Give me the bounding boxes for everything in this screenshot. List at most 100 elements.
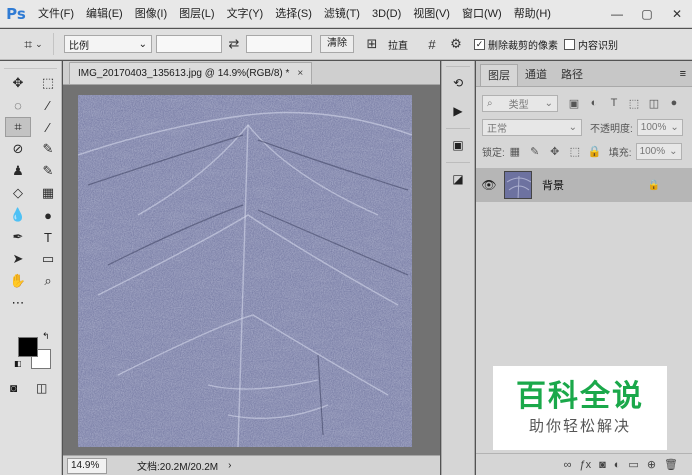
overlay-grid-icon[interactable]: # [420, 37, 444, 52]
blur-icon[interactable]: 💧 [5, 205, 31, 225]
layer-row[interactable]: 👁 背景 🔒 [476, 168, 692, 202]
menu-3d[interactable]: 3D(D) [366, 0, 407, 28]
magic-wand-icon[interactable]: ⁄ [35, 95, 61, 115]
menu-file[interactable]: 文件(F) [32, 0, 80, 28]
menu-window[interactable]: 窗口(W) [456, 0, 508, 28]
adjustment-filter-icon[interactable]: ◐ [584, 97, 604, 109]
clone-stamp-icon[interactable]: ♟ [5, 161, 31, 181]
ratio-height-input[interactable] [246, 35, 312, 53]
healing-brush-icon[interactable]: ⊘ [5, 139, 31, 159]
marquee-icon[interactable]: ⬚ [35, 73, 61, 93]
quick-mask-icon[interactable]: ◙ [10, 381, 17, 395]
menu-select[interactable]: 选择(S) [269, 0, 318, 28]
menu-image[interactable]: 图像(I) [129, 0, 173, 28]
clear-button[interactable]: 清除 [320, 35, 354, 53]
ratio-width-input[interactable] [156, 35, 222, 53]
delete-cropped-label: 删除裁剪的像素 [488, 40, 558, 52]
layer-style-icon[interactable]: ƒx [579, 459, 591, 471]
lock-image-icon[interactable]: ✎ [525, 145, 545, 158]
delete-cropped-checkbox[interactable]: ✓ 删除裁剪的像素 [474, 37, 558, 52]
visibility-eye-icon[interactable]: 👁 [476, 178, 502, 192]
brush-icon[interactable]: ✎ [35, 139, 61, 159]
layer-name[interactable]: 背景 [542, 177, 564, 193]
toolbar-grip[interactable] [4, 61, 57, 69]
dodge-icon[interactable]: ● [35, 205, 61, 225]
move-icon[interactable]: ✥ [5, 73, 31, 93]
lock-position-icon[interactable]: ✥ [545, 145, 565, 158]
menu-filter[interactable]: 滤镜(T) [318, 0, 366, 28]
new-layer-icon[interactable]: ⊕ [647, 458, 656, 471]
menu-view[interactable]: 视图(V) [407, 0, 456, 28]
history-icon[interactable]: ⟲ [442, 71, 474, 95]
pixel-filter-icon[interactable]: ▣ [564, 97, 584, 110]
pen-icon[interactable]: ✒ [5, 227, 31, 247]
shape-filter-icon[interactable]: ⬚ [624, 97, 644, 110]
chevron-down-icon: ⌄ [670, 121, 679, 133]
fill-input[interactable]: 100% ⌄ [635, 142, 682, 160]
strip-divider [446, 157, 470, 163]
ratio-select[interactable]: 比例 ⌄ [64, 35, 152, 53]
foreground-color[interactable] [18, 337, 38, 357]
eraser-icon[interactable]: ◇ [5, 183, 31, 203]
close-button[interactable]: ✕ [662, 0, 692, 28]
straighten-label[interactable]: 拉直 [388, 37, 408, 52]
content-aware-checkbox[interactable]: 内容识别 [564, 37, 618, 52]
gradient-icon[interactable]: ▦ [35, 183, 61, 203]
gear-icon[interactable]: ⚙ [444, 36, 468, 52]
document-canvas-image[interactable] [78, 95, 412, 447]
eyedropper-icon[interactable]: ⁄ [35, 117, 61, 137]
adjustments-icon[interactable]: ◪ [442, 167, 474, 191]
new-group-icon[interactable]: ▭ [628, 458, 638, 471]
properties-icon[interactable]: ▣ [442, 133, 474, 157]
tab-channels[interactable]: 通道 [518, 64, 554, 86]
crop-icon[interactable]: ⌗ [5, 117, 31, 137]
swap-icon[interactable]: ⇄ [222, 36, 246, 52]
screen-mode-icon[interactable]: ◫ [36, 381, 47, 395]
tab-layers[interactable]: 图层 [480, 64, 518, 86]
default-colors-icon[interactable]: ◧ [14, 359, 22, 368]
lock-artboard-icon[interactable]: ⬚ [565, 145, 585, 158]
actions-play-icon[interactable]: ▶ [442, 99, 474, 123]
link-layers-icon[interactable]: ∞ [564, 459, 572, 471]
type-icon[interactable]: T [35, 227, 61, 247]
smart-object-filter-icon[interactable]: ◫ [644, 97, 664, 110]
chevron-down-icon: ⌄ [669, 145, 678, 157]
hand-icon[interactable]: ✋ [5, 271, 31, 291]
close-icon[interactable]: × [297, 64, 303, 84]
panel-menu-icon[interactable]: ≡ [680, 68, 686, 80]
menu-layer[interactable]: 图层(L) [173, 0, 220, 28]
tab-paths[interactable]: 路径 [554, 64, 590, 86]
lasso-icon[interactable]: ◌ [5, 95, 31, 115]
maximize-button[interactable]: ▢ [632, 0, 662, 28]
site-watermark: 百科全说 助你轻松解决 [493, 366, 667, 450]
trash-icon[interactable]: 🗑 [664, 458, 678, 471]
menu-type[interactable]: 文字(Y) [221, 0, 270, 28]
menu-edit[interactable]: 编辑(E) [80, 0, 129, 28]
layer-thumbnail [504, 171, 532, 199]
history-brush-icon[interactable]: ✎ [35, 161, 61, 181]
zoom-icon[interactable]: ⌕ [35, 271, 61, 291]
type-filter-icon[interactable]: T [604, 97, 624, 109]
rectangle-icon[interactable]: ▭ [35, 249, 61, 269]
crop-preset-picker[interactable]: ⌗ ⌄ [14, 33, 54, 55]
lock-transparent-icon[interactable]: ▦ [505, 145, 525, 158]
filter-toggle-icon[interactable]: ● [664, 97, 684, 109]
more-tools-icon[interactable]: ⋯ [5, 293, 31, 313]
lock-all-icon[interactable]: 🔒 [585, 145, 605, 158]
zoom-input[interactable]: 14.9% [67, 457, 107, 474]
opacity-input[interactable]: 100% ⌄ [636, 118, 683, 136]
straighten-icon[interactable]: ⊞ [360, 36, 384, 52]
menu-help[interactable]: 帮助(H) [508, 0, 557, 28]
strip-grip[interactable] [446, 61, 470, 67]
layer-filter-select[interactable]: ⌕ 类型 ⌄ [482, 94, 558, 112]
collapsed-panels-strip: ⟲ ▶ ▣ ◪ [441, 61, 475, 475]
add-mask-icon[interactable]: ◙ [599, 459, 606, 471]
blend-mode-select[interactable]: 正常 ⌄ [482, 118, 582, 136]
document-tab[interactable]: IMG_20170403_135613.jpg @ 14.9%(RGB/8) *… [69, 62, 313, 84]
status-menu-arrow[interactable]: › [228, 460, 231, 471]
options-bar: ⌗ ⌄ 比例 ⌄ ⇄ 清除 ⊞ 拉直 # ⚙ ✓ 删除裁剪的像素 内容识别 [0, 29, 692, 60]
minimize-button[interactable]: — [602, 0, 632, 28]
new-adjustment-icon[interactable]: ◐ [614, 459, 621, 471]
path-selection-icon[interactable]: ➤ [5, 249, 31, 269]
swap-colors-icon[interactable]: ↰ [42, 331, 50, 342]
